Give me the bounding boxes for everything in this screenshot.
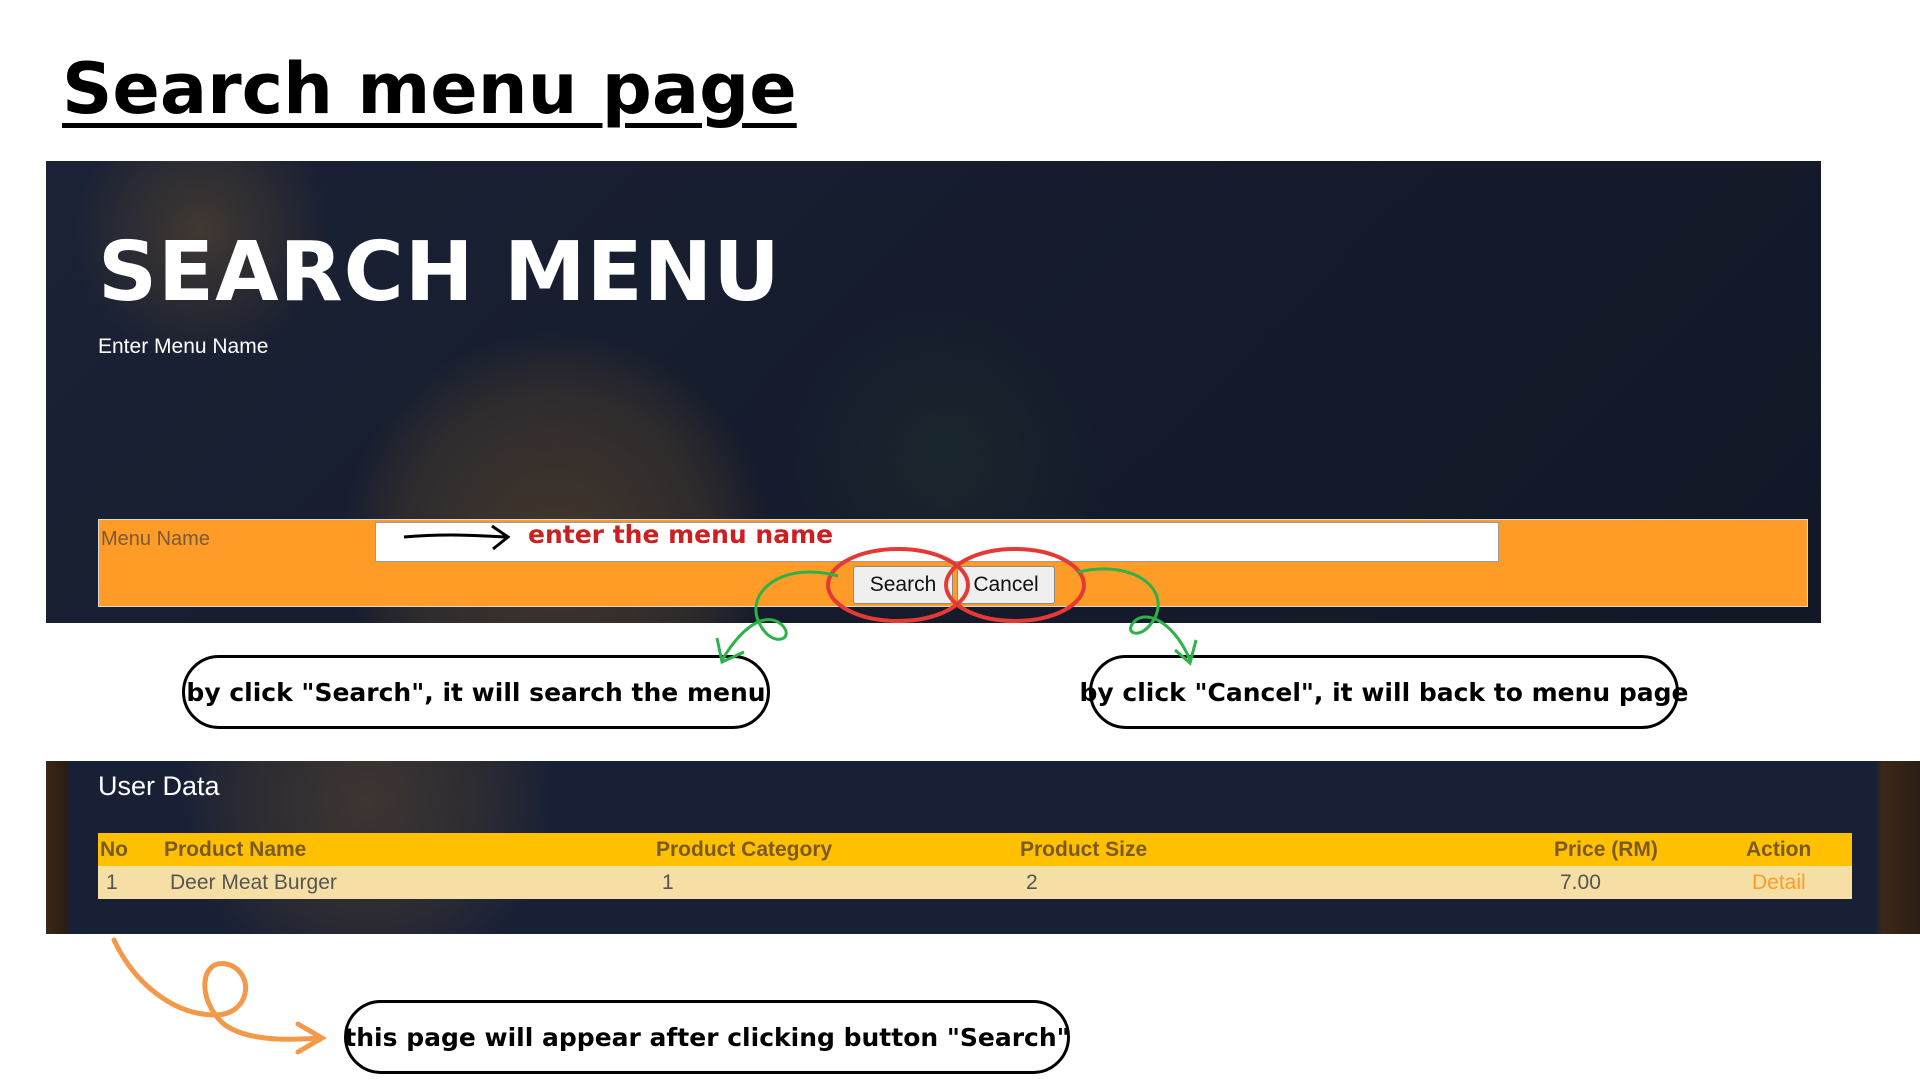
- column-header-product-size: Product Size: [1018, 833, 1552, 866]
- search-note-callout: by click "Search", it will search the me…: [182, 655, 770, 729]
- detail-link[interactable]: Detail: [1752, 871, 1806, 894]
- slide-title: Search menu page: [62, 48, 797, 130]
- column-header-no: No: [98, 833, 162, 866]
- result-table: No Product Name Product Category Product…: [98, 833, 1852, 899]
- table-header-row: No Product Name Product Category Product…: [98, 833, 1852, 866]
- result-screen: User Data No Product Name Product Catego…: [46, 761, 1920, 934]
- input-hint-annotation: enter the menu name: [528, 520, 834, 549]
- search-form: Menu Name Search Cancel: [98, 519, 1808, 607]
- column-header-action: Action: [1744, 833, 1852, 866]
- page-heading: SEARCH MENU: [98, 225, 781, 320]
- result-loop-arrow-icon: [111, 937, 327, 1055]
- cell-no: 1: [98, 866, 162, 899]
- cell-product-category: 1: [654, 866, 1018, 899]
- result-note-callout: this page will appear after clicking but…: [344, 1000, 1070, 1074]
- page-subheading: Enter Menu Name: [98, 335, 269, 358]
- column-header-product-name: Product Name: [162, 833, 654, 866]
- search-screen: SEARCH MENU Enter Menu Name Menu Name Se…: [46, 161, 1821, 623]
- table-row: 1 Deer Meat Burger 1 2 7.00 Detail: [98, 866, 1852, 899]
- cell-product-size: 2: [1018, 866, 1552, 899]
- cancel-button[interactable]: Cancel: [957, 566, 1055, 604]
- cell-product-name: Deer Meat Burger: [162, 866, 654, 899]
- cell-price: 7.00: [1552, 866, 1744, 899]
- column-header-price: Price (RM): [1552, 833, 1744, 866]
- menu-name-label: Menu Name: [101, 528, 210, 550]
- result-title: User Data: [98, 771, 220, 801]
- column-header-product-category: Product Category: [654, 833, 1018, 866]
- search-button[interactable]: Search: [853, 566, 953, 604]
- cancel-note-callout: by click "Cancel", it will back to menu …: [1080, 655, 1689, 729]
